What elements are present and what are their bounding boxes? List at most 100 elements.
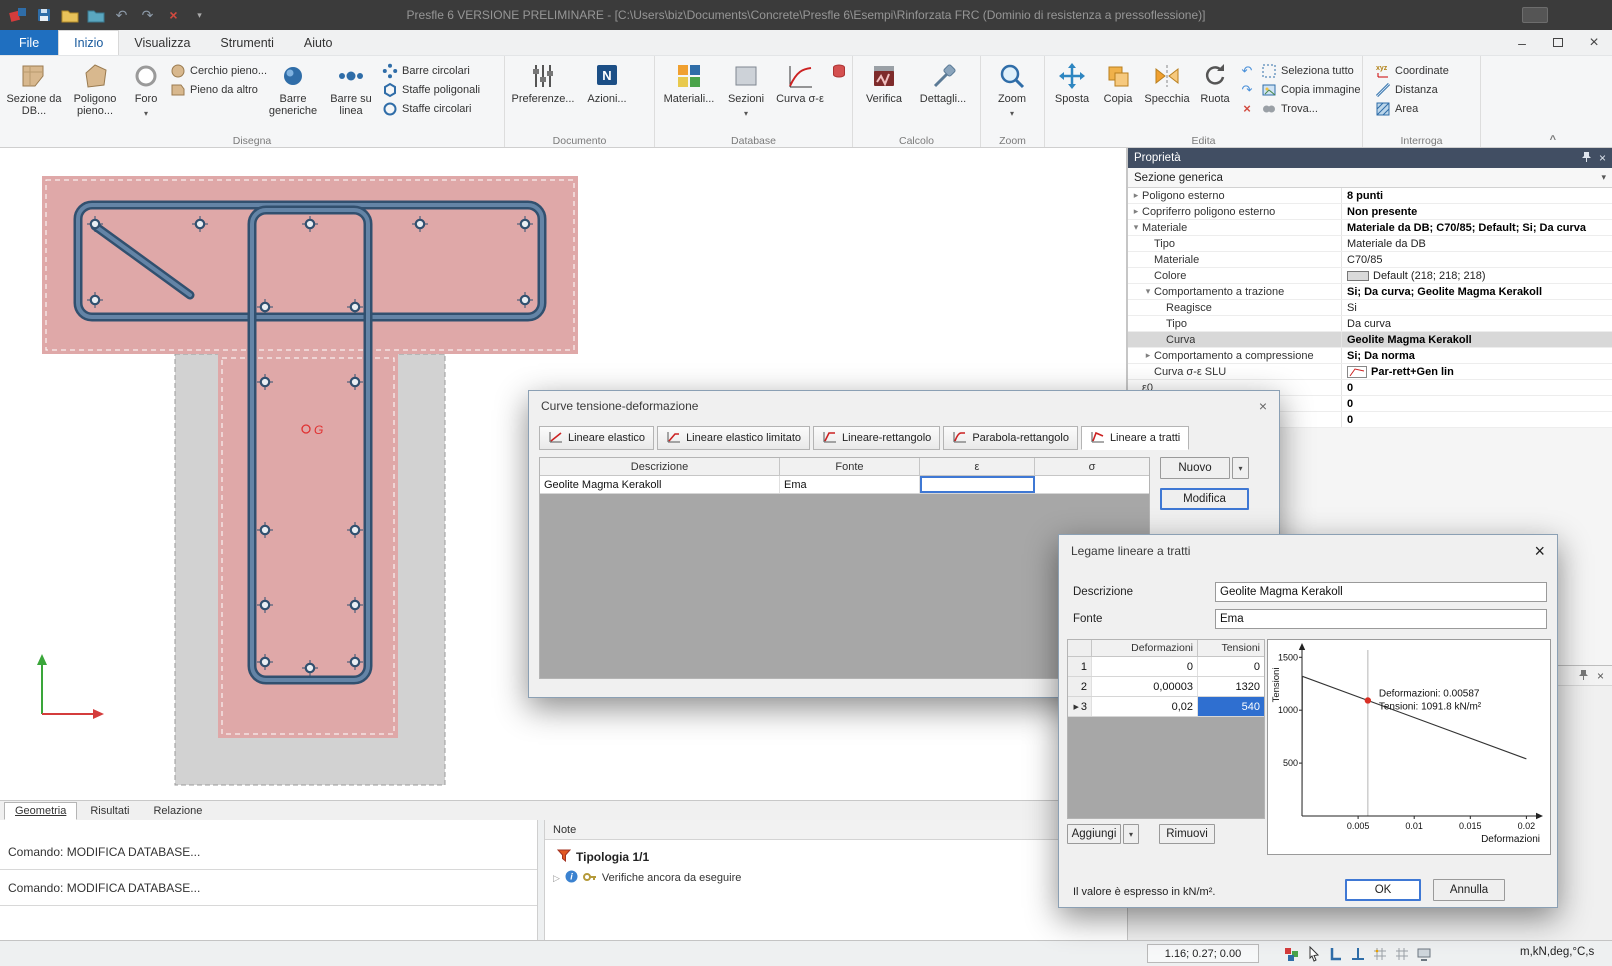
- staffe-circolari-button[interactable]: Staffe circolari: [379, 99, 483, 118]
- tab-lineare-elastico-limitato[interactable]: Lineare elastico limitato: [657, 426, 810, 450]
- tab-file[interactable]: File: [0, 30, 58, 55]
- display-icon[interactable]: [1415, 945, 1433, 963]
- redo-icon[interactable]: ↷: [138, 6, 157, 25]
- ruota-button[interactable]: Ruota: [1194, 58, 1236, 134]
- aggiungi-button[interactable]: Aggiungi: [1067, 824, 1121, 844]
- layers-color-icon[interactable]: [1283, 945, 1301, 963]
- expand-icon[interactable]: [1130, 206, 1142, 217]
- ortho-icon[interactable]: [1327, 945, 1345, 963]
- tab-risultati[interactable]: Risultati: [79, 802, 140, 820]
- rimuovi-button[interactable]: Rimuovi: [1159, 824, 1215, 844]
- annulla-button[interactable]: Annulla: [1433, 879, 1505, 901]
- grid-icon[interactable]: [1393, 945, 1411, 963]
- save-button[interactable]: [34, 6, 53, 25]
- azioni-button[interactable]: N Azioni...: [578, 58, 636, 134]
- pointer-icon[interactable]: [1305, 945, 1323, 963]
- vertical-splitter[interactable]: [537, 820, 545, 940]
- cerchio-pieno-button[interactable]: Cerchio pieno...: [167, 61, 263, 80]
- open-folder-icon[interactable]: [60, 6, 79, 25]
- nuovo-button[interactable]: Nuovo: [1160, 457, 1230, 479]
- command-history-panel[interactable]: Comando: MODIFICA DATABASE... Comando: M…: [0, 820, 537, 940]
- tab-visualizza[interactable]: Visualizza: [119, 30, 205, 55]
- foro-button[interactable]: Foro: [125, 58, 167, 134]
- sezione-da-db-button[interactable]: Sezione da DB...: [3, 58, 65, 134]
- copia-button[interactable]: Copia: [1096, 58, 1140, 134]
- copia-immagine-button[interactable]: Copia immagine: [1258, 80, 1362, 99]
- tab-inizio[interactable]: Inizio: [58, 30, 119, 55]
- property-row-tipo[interactable]: Tipo Materiale da DB: [1128, 236, 1612, 252]
- property-row-materiale-nome[interactable]: Materiale C70/85: [1128, 252, 1612, 268]
- area-button[interactable]: Area: [1372, 99, 1474, 118]
- property-row-comportamento-trazione[interactable]: Comportamento a trazione Si; Da curva; G…: [1128, 284, 1612, 300]
- pin-icon[interactable]: [1581, 151, 1592, 165]
- sposta-button[interactable]: Sposta: [1048, 58, 1096, 134]
- close-icon[interactable]: [1241, 398, 1267, 414]
- poligono-pieno-button[interactable]: Poligono pieno...: [65, 58, 125, 134]
- delete-icon[interactable]: ×: [164, 6, 183, 25]
- coordinate-button[interactable]: xyz Coordinate: [1372, 61, 1474, 80]
- perpendicular-icon[interactable]: [1349, 945, 1367, 963]
- points-row-2[interactable]: 2 0,00003 1320: [1068, 677, 1264, 697]
- zoom-button[interactable]: Zoom: [984, 58, 1040, 134]
- barre-circolari-button[interactable]: Barre circolari: [379, 61, 483, 80]
- property-row-materiale[interactable]: Materiale Materiale da DB; C70/85; Defau…: [1128, 220, 1612, 236]
- collapse-icon[interactable]: [1142, 286, 1154, 297]
- verifica-button[interactable]: Verifica: [856, 58, 912, 134]
- curve-database-button[interactable]: [828, 61, 850, 80]
- points-row-3[interactable]: 3 0,02 540: [1068, 697, 1264, 717]
- property-row-copriferro[interactable]: Copriferro poligono esterno Non presente: [1128, 204, 1612, 220]
- expand-triangle-icon[interactable]: [553, 872, 560, 884]
- tab-geometria[interactable]: Geometria: [4, 802, 77, 820]
- specchia-button[interactable]: Specchia: [1140, 58, 1194, 134]
- pieno-da-altro-button[interactable]: Pieno da altro: [167, 80, 263, 99]
- undo-icon[interactable]: ↶: [112, 6, 131, 25]
- units-label[interactable]: m,kN,deg,°C,s: [1520, 946, 1594, 958]
- property-row-poligono-esterno[interactable]: Poligono esterno 8 punti: [1128, 188, 1612, 204]
- modifica-button[interactable]: Modifica: [1160, 488, 1249, 510]
- pin-icon[interactable]: [1578, 669, 1589, 683]
- close-icon[interactable]: ×: [1597, 669, 1604, 683]
- title-right-box[interactable]: [1522, 7, 1548, 23]
- tab-lineare-a-tratti[interactable]: Lineare a tratti: [1081, 426, 1189, 450]
- property-row-comportamento-compressione[interactable]: Comportamento a compressione Si; Da norm…: [1128, 348, 1612, 364]
- descrizione-field[interactable]: [1215, 582, 1547, 602]
- import-folder-icon[interactable]: [86, 6, 105, 25]
- sezioni-button[interactable]: Sezioni: [720, 58, 772, 134]
- minimize-button[interactable]: [1504, 30, 1540, 55]
- sigma-cell[interactable]: [1035, 476, 1149, 493]
- close-icon[interactable]: ×: [1599, 151, 1606, 165]
- delete-small-button[interactable]: ×: [1236, 99, 1258, 118]
- tab-strumenti[interactable]: Strumenti: [205, 30, 289, 55]
- collapse-icon[interactable]: [1130, 222, 1142, 233]
- notes-item-tipologia[interactable]: Tipologia 1/1: [557, 849, 1127, 865]
- dettagli-button[interactable]: Dettagli...: [912, 58, 974, 134]
- tab-relazione[interactable]: Relazione: [142, 802, 213, 820]
- close-icon[interactable]: [1519, 541, 1545, 562]
- properties-object-selector[interactable]: Sezione generica ▾: [1128, 168, 1612, 188]
- curves-table-row[interactable]: Geolite Magma Kerakoll Ema: [540, 476, 1149, 494]
- staffe-poligonali-button[interactable]: Staffe poligonali: [379, 80, 483, 99]
- seleziona-tutto-button[interactable]: Seleziona tutto: [1258, 61, 1362, 80]
- trova-button[interactable]: Trova...: [1258, 99, 1362, 118]
- property-row-tipo-trazione[interactable]: Tipo Da curva: [1128, 316, 1612, 332]
- property-row-curva[interactable]: Curva Geolite Magma Kerakoll: [1128, 332, 1612, 348]
- ribbon-collapse-icon[interactable]: ^: [1550, 134, 1556, 146]
- notes-item-verifiche[interactable]: i Verifiche ancora da eseguire: [553, 870, 1127, 886]
- maximize-button[interactable]: [1540, 30, 1576, 55]
- preferenze-button[interactable]: Preferenze...: [508, 58, 578, 134]
- property-row-curva-slu[interactable]: Curva σ-ε SLU Par-rett+Gen lin: [1128, 364, 1612, 380]
- points-row-1[interactable]: 1 0 0: [1068, 657, 1264, 677]
- property-row-colore[interactable]: Colore Default (218; 218; 218): [1128, 268, 1612, 284]
- barre-generiche-button[interactable]: Barre generiche: [263, 58, 323, 134]
- materiali-button[interactable]: Materiali...: [658, 58, 720, 134]
- qat-menu-caret-icon[interactable]: ▾: [190, 6, 209, 25]
- aggiungi-dropdown-button[interactable]: [1123, 824, 1139, 844]
- tab-aiuto[interactable]: Aiuto: [289, 30, 348, 55]
- nuovo-dropdown-button[interactable]: [1232, 457, 1249, 479]
- close-button[interactable]: [1576, 30, 1612, 55]
- tab-lineare-rettangolo[interactable]: Lineare-rettangolo: [813, 426, 940, 450]
- fonte-field[interactable]: [1215, 609, 1547, 629]
- snap-grid-icon[interactable]: [1371, 945, 1389, 963]
- distanza-button[interactable]: Distanza: [1372, 80, 1474, 99]
- ok-button[interactable]: OK: [1345, 879, 1421, 901]
